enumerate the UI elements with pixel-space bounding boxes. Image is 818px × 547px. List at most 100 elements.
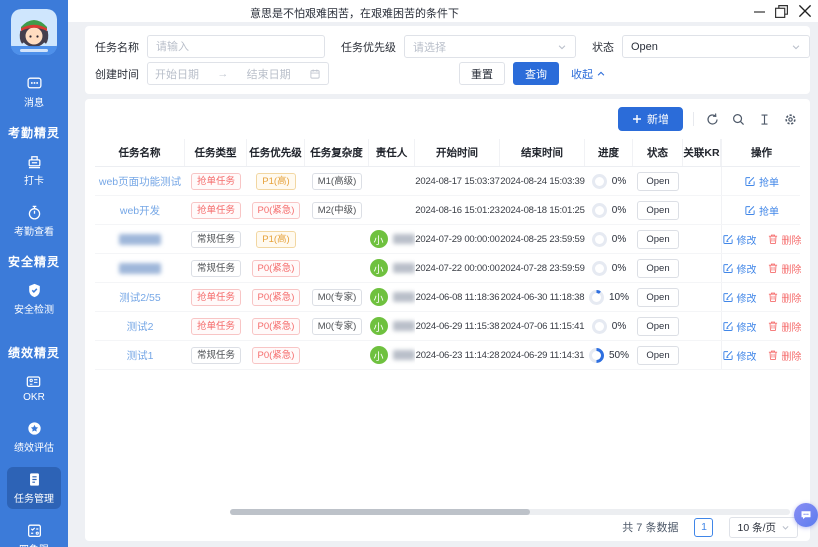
- window-title: 意思是不怕艰难困苦，在艰难困苦的条件下: [250, 5, 459, 21]
- progress-ring: [592, 174, 607, 189]
- delete-action[interactable]: 删除: [767, 319, 802, 334]
- priority-tag: P0(紧急): [252, 202, 301, 219]
- kr-cell: [683, 254, 721, 282]
- cell: Open: [633, 225, 683, 253]
- owner-name-redacted: [393, 292, 415, 302]
- task-type-tag: 常规任务: [191, 231, 241, 248]
- owner-cell: 小: [369, 225, 415, 253]
- sidebar-item-考勤查看[interactable]: 考勤查看: [7, 200, 61, 242]
- cell: M0(专家): [305, 312, 369, 340]
- cell: 抢单任务: [185, 312, 247, 340]
- chevron-down-icon: [781, 523, 790, 532]
- close-icon: [796, 2, 814, 20]
- minimize-button[interactable]: [752, 4, 767, 19]
- status-tag: Open: [637, 259, 678, 278]
- task-name-link[interactable]: 测试1: [127, 348, 154, 363]
- sidebar-item-打卡[interactable]: 打卡: [17, 149, 51, 191]
- task-name-link[interactable]: 测试2: [127, 319, 154, 334]
- cell: 测试2/55: [95, 283, 185, 311]
- sidebar-item-绩效评估[interactable]: 绩效评估: [7, 416, 61, 458]
- priority-placeholder: 请选择: [413, 39, 446, 55]
- gear-icon[interactable]: [782, 111, 798, 127]
- grab-action[interactable]: 抢单: [744, 203, 779, 218]
- task-name-input[interactable]: [147, 35, 325, 58]
- actions-cell: 修改删除: [721, 283, 801, 311]
- sidebar-item-任务管理[interactable]: 任务管理: [7, 467, 61, 509]
- cell: 常规任务: [185, 225, 247, 253]
- scrollbar-thumb[interactable]: [230, 509, 530, 515]
- priority-select[interactable]: 请选择: [404, 35, 576, 58]
- sidebar-item-label: 考勤查看: [14, 223, 54, 238]
- search-button[interactable]: 查询: [513, 62, 559, 85]
- end-date-input[interactable]: 结束日期: [247, 66, 291, 82]
- status-tag: Open: [637, 288, 678, 307]
- task-name-link[interactable]: 测试2/55: [119, 290, 160, 305]
- edit-action[interactable]: 修改: [722, 348, 757, 363]
- cell: [305, 341, 369, 369]
- window-controls: [752, 0, 814, 22]
- sidebar-item-label: 打卡: [24, 172, 44, 187]
- maximize-icon: [774, 4, 789, 19]
- search-icon[interactable]: [730, 111, 746, 127]
- main-area: 意思是不怕艰难困苦，在艰难困苦的条件下 任务名称: [68, 0, 818, 547]
- sidebar-item-OKR[interactable]: OKR: [16, 369, 52, 407]
- kr-cell: [683, 225, 721, 253]
- plus-icon: [632, 114, 642, 124]
- cell: Open: [633, 167, 683, 195]
- task-type-tag: 抢单任务: [191, 202, 241, 219]
- table-toolbar: 新增: [95, 105, 800, 139]
- reset-button[interactable]: 重置: [459, 62, 505, 85]
- task-name-link[interactable]: web页面功能测试: [99, 174, 181, 189]
- edit-action[interactable]: 修改: [722, 290, 757, 305]
- add-button[interactable]: 新增: [618, 107, 683, 131]
- owner-avatar: 小: [370, 317, 388, 335]
- header-cell: 任务名称: [95, 139, 185, 166]
- sidebar-item-安全检测[interactable]: 安全检测: [7, 278, 61, 320]
- edit-action[interactable]: 修改: [722, 232, 757, 247]
- toolbar-divider: [693, 112, 694, 126]
- priority-tag: P0(紧急): [252, 260, 301, 277]
- progress-cell: 0%: [585, 312, 633, 340]
- end-time: 2024-06-30 11:18:38: [500, 283, 585, 311]
- mascot-avatar-icon: [11, 9, 57, 55]
- sidebar-section-label: 安全精灵: [8, 253, 60, 270]
- trash-icon: [767, 291, 779, 303]
- cell: P0(紧急): [247, 312, 305, 340]
- refresh-icon[interactable]: [704, 111, 720, 127]
- grab-action[interactable]: 抢单: [744, 174, 779, 189]
- edit-action[interactable]: 修改: [722, 319, 757, 334]
- clock-in-icon: [26, 153, 43, 170]
- sidebar-item-消息[interactable]: 消息: [17, 71, 51, 113]
- kr-cell: [683, 312, 721, 340]
- close-button[interactable]: [796, 2, 814, 20]
- start-time: 2024-07-29 00:00:00: [415, 225, 500, 253]
- content-area: 任务名称 任务优先级 请选择 状态 Open: [68, 22, 818, 547]
- delete-action[interactable]: 删除: [767, 290, 802, 305]
- filter-card: 任务名称 任务优先级 请选择 状态 Open: [85, 26, 810, 94]
- header-cell: 进度: [585, 139, 633, 166]
- edit-action[interactable]: 修改: [722, 261, 757, 276]
- edit-icon: [722, 233, 734, 245]
- status-select[interactable]: Open: [622, 35, 810, 58]
- status-tag: Open: [637, 172, 678, 191]
- row-height-icon[interactable]: [756, 111, 772, 127]
- sidebar-item-四象限[interactable]: 四象限: [12, 518, 56, 547]
- progress-ring: [592, 319, 607, 334]
- page-button[interactable]: 1: [694, 518, 713, 537]
- start-date-input[interactable]: 开始日期: [155, 66, 199, 82]
- task-doc-icon: [26, 471, 43, 488]
- delete-action[interactable]: 删除: [767, 232, 802, 247]
- delete-action[interactable]: 删除: [767, 348, 802, 363]
- maximize-button[interactable]: [774, 4, 789, 19]
- delete-action[interactable]: 删除: [767, 261, 802, 276]
- priority-tag: P1(高): [256, 173, 295, 190]
- priority-tag: P1(高): [256, 231, 295, 248]
- quadrant-icon: [26, 522, 43, 539]
- header-cell: 关联KR: [683, 139, 721, 166]
- chat-fab[interactable]: [794, 503, 818, 527]
- sidebar-nav: 消息考勤精灵打卡考勤查看安全精灵安全检测绩效精灵OKR绩效评估任务管理四象限: [0, 71, 68, 547]
- task-name-link[interactable]: web开发: [120, 203, 160, 218]
- collapse-link[interactable]: 收起: [571, 66, 606, 82]
- page-size-select[interactable]: 10 条/页: [729, 517, 798, 538]
- date-range-input[interactable]: 开始日期 → 结束日期: [147, 62, 329, 85]
